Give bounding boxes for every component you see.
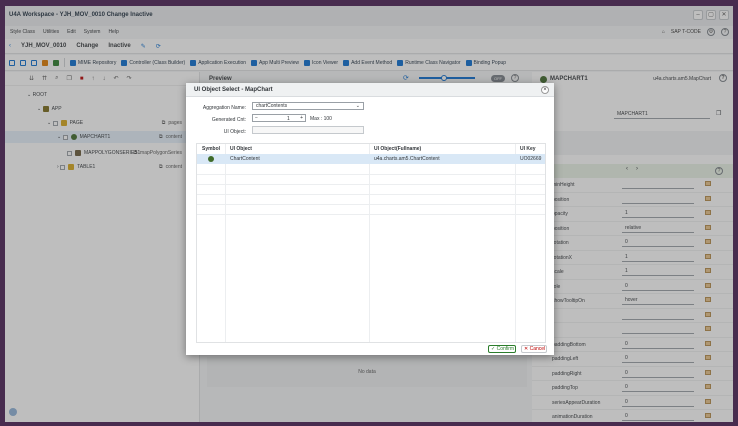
row-divider	[197, 204, 545, 205]
row-divider	[197, 194, 545, 195]
cell-fullname: u4a.charts.am5.ChartContent	[374, 156, 440, 162]
confirm-check-icon: ✓	[491, 346, 496, 352]
generated-label: Generated Cnt:	[211, 117, 246, 123]
minus-icon[interactable]: −	[255, 115, 258, 121]
aggregation-select[interactable]: chartContents ⌄	[252, 102, 364, 110]
row-divider	[197, 214, 545, 215]
dialog-title: UI Object Select - MapChart	[186, 83, 554, 97]
dialog-close-icon[interactable]: ×	[541, 86, 549, 94]
generated-stepper[interactable]: − 1 +	[252, 114, 306, 122]
ui-object-table: Symbol UI Object UI Object(Fullname) UI …	[196, 143, 546, 343]
row-divider	[197, 184, 545, 185]
chevron-down-icon: ⌄	[355, 103, 360, 109]
table-row[interactable]: ChartContent u4a.charts.am5.ChartContent…	[197, 154, 545, 164]
col-header-ui-key[interactable]: UI Key	[517, 144, 536, 154]
cell-ui-key: UO02669	[520, 156, 542, 162]
aggregation-value: chartContents	[256, 103, 288, 109]
aggregation-label: Aggregation Name:	[202, 105, 246, 111]
aggregation-row: Aggregation Name:	[186, 103, 252, 113]
chart-content-icon	[205, 154, 214, 166]
col-header-symbol[interactable]: Symbol	[199, 144, 220, 154]
confirm-label: Confirm	[496, 346, 515, 352]
max-text: Max : 100	[310, 116, 332, 122]
uiobject-row: UI Object:	[186, 127, 252, 137]
generated-value: 1	[287, 116, 290, 122]
ui-object-select-dialog: UI Object Select - MapChart × Aggregatio…	[186, 83, 554, 355]
cancel-button[interactable]: ✕ Cancel	[521, 345, 547, 353]
col-header-ui-object[interactable]: UI Object	[227, 144, 252, 154]
cancel-label: Cancel	[529, 346, 546, 352]
confirm-button[interactable]: ✓ Confirm	[488, 345, 516, 353]
generated-row: Generated Cnt:	[186, 115, 252, 125]
cancel-x-icon: ✕	[524, 346, 529, 352]
cell-ui-object: ChartContent	[230, 156, 260, 162]
col-header-fullname[interactable]: UI Object(Fullname)	[371, 144, 421, 154]
uiobject-label: UI Object:	[223, 129, 246, 135]
uiobject-input[interactable]	[252, 126, 364, 134]
row-divider	[197, 174, 545, 175]
plus-icon[interactable]: +	[300, 115, 303, 121]
